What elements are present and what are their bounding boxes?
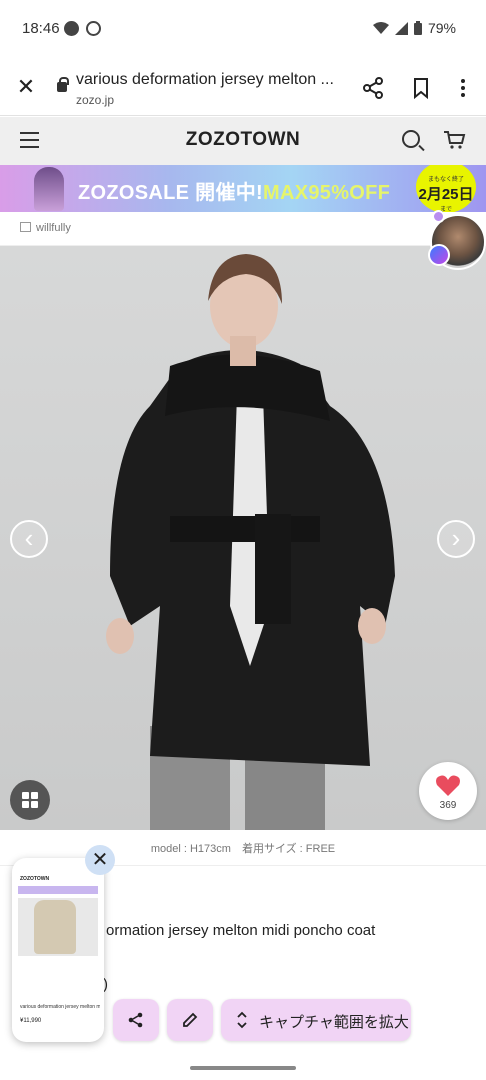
share-icon[interactable]: [360, 75, 386, 101]
status-bar: 18:46 79%: [0, 0, 486, 58]
product-title: ormation jersey melton midi poncho coat: [106, 922, 376, 939]
pencil-icon: [183, 1012, 198, 1027]
app-notification-icon: [86, 21, 101, 36]
banner-text-main: ZOZOSALE 開催中!: [78, 182, 264, 204]
brand-row[interactable]: willfully: [0, 212, 486, 246]
wifi-icon: [372, 21, 389, 34]
badge-small-text: まもなく終了: [427, 177, 464, 183]
thumbnail-banner: [18, 886, 98, 894]
expand-capture-button[interactable]: キャプチャ範囲を拡大: [221, 999, 411, 1041]
brand-name[interactable]: willfully: [36, 222, 71, 234]
banner-text: ZOZOSALE 開催中!MAX95%OFF: [78, 176, 390, 205]
status-time: 18:46: [22, 20, 60, 37]
thumbnail-price: ¥11,990: [20, 1018, 42, 1024]
close-tab-button[interactable]: ✕: [14, 76, 38, 100]
prev-image-button[interactable]: ‹: [10, 520, 48, 558]
status-right: 79%: [372, 20, 456, 36]
page-url: zozo.jp: [76, 93, 115, 107]
more-menu-icon[interactable]: [450, 75, 476, 101]
messenger-icon: [428, 244, 450, 266]
sale-banner[interactable]: ZOZOSALE 開催中!MAX95%OFF まもなく終了 2月25日 まで: [0, 165, 486, 212]
obscured-text-line: [20, 1046, 460, 1056]
screenshot-preview-thumbnail[interactable]: ZOZOTOWN various deformation jersey melt…: [12, 858, 104, 1042]
expand-capture-label: キャプチャ範囲を拡大: [259, 1014, 409, 1031]
lock-icon: [57, 77, 69, 92]
badge-date: 2月25日: [418, 186, 474, 203]
share-icon: [128, 1012, 143, 1028]
battery-percent: 79%: [427, 20, 456, 36]
thumbnail-line: various deformation jersey melton midi p…: [20, 1004, 100, 1010]
chat-head-indicator: [432, 210, 445, 223]
shop-icon: [20, 222, 31, 232]
banner-date-badge: まもなく終了 2月25日 まで: [416, 165, 476, 212]
product-photo-illustration: [106, 254, 395, 830]
messenger-notification-icon: [64, 21, 79, 36]
signal-icon: [394, 21, 408, 35]
battery-icon: [413, 21, 422, 35]
heart-icon: [436, 775, 460, 796]
custom-tab-toolbar: ✕ various deformation jersey melton ... …: [0, 58, 486, 116]
expand-vertical-icon: [237, 1011, 247, 1029]
next-image-button[interactable]: ›: [437, 520, 475, 558]
thumbnail-header: ZOZOTOWN: [20, 876, 50, 882]
bookmark-icon[interactable]: [408, 75, 434, 101]
thumbnail-coat-image: [34, 900, 76, 954]
cart-icon[interactable]: [444, 131, 466, 149]
edit-capture-button[interactable]: [167, 999, 213, 1041]
share-capture-button[interactable]: [113, 999, 159, 1041]
like-button[interactable]: 369: [419, 762, 477, 820]
banner-text-max: MAX95%OFF: [263, 182, 391, 204]
messenger-chat-head[interactable]: [428, 210, 486, 278]
banner-model-image: [34, 167, 64, 211]
product-image[interactable]: [0, 246, 486, 830]
page-title: various deformation jersey melton ...: [76, 71, 334, 88]
search-icon[interactable]: [402, 130, 420, 148]
site-header: ZOZOTOWN: [0, 117, 486, 165]
dismiss-preview-button[interactable]: ✕: [85, 845, 115, 875]
image-grid-button[interactable]: [10, 780, 50, 820]
like-count: 369: [439, 800, 457, 811]
gesture-nav-bar[interactable]: [190, 1066, 296, 1070]
